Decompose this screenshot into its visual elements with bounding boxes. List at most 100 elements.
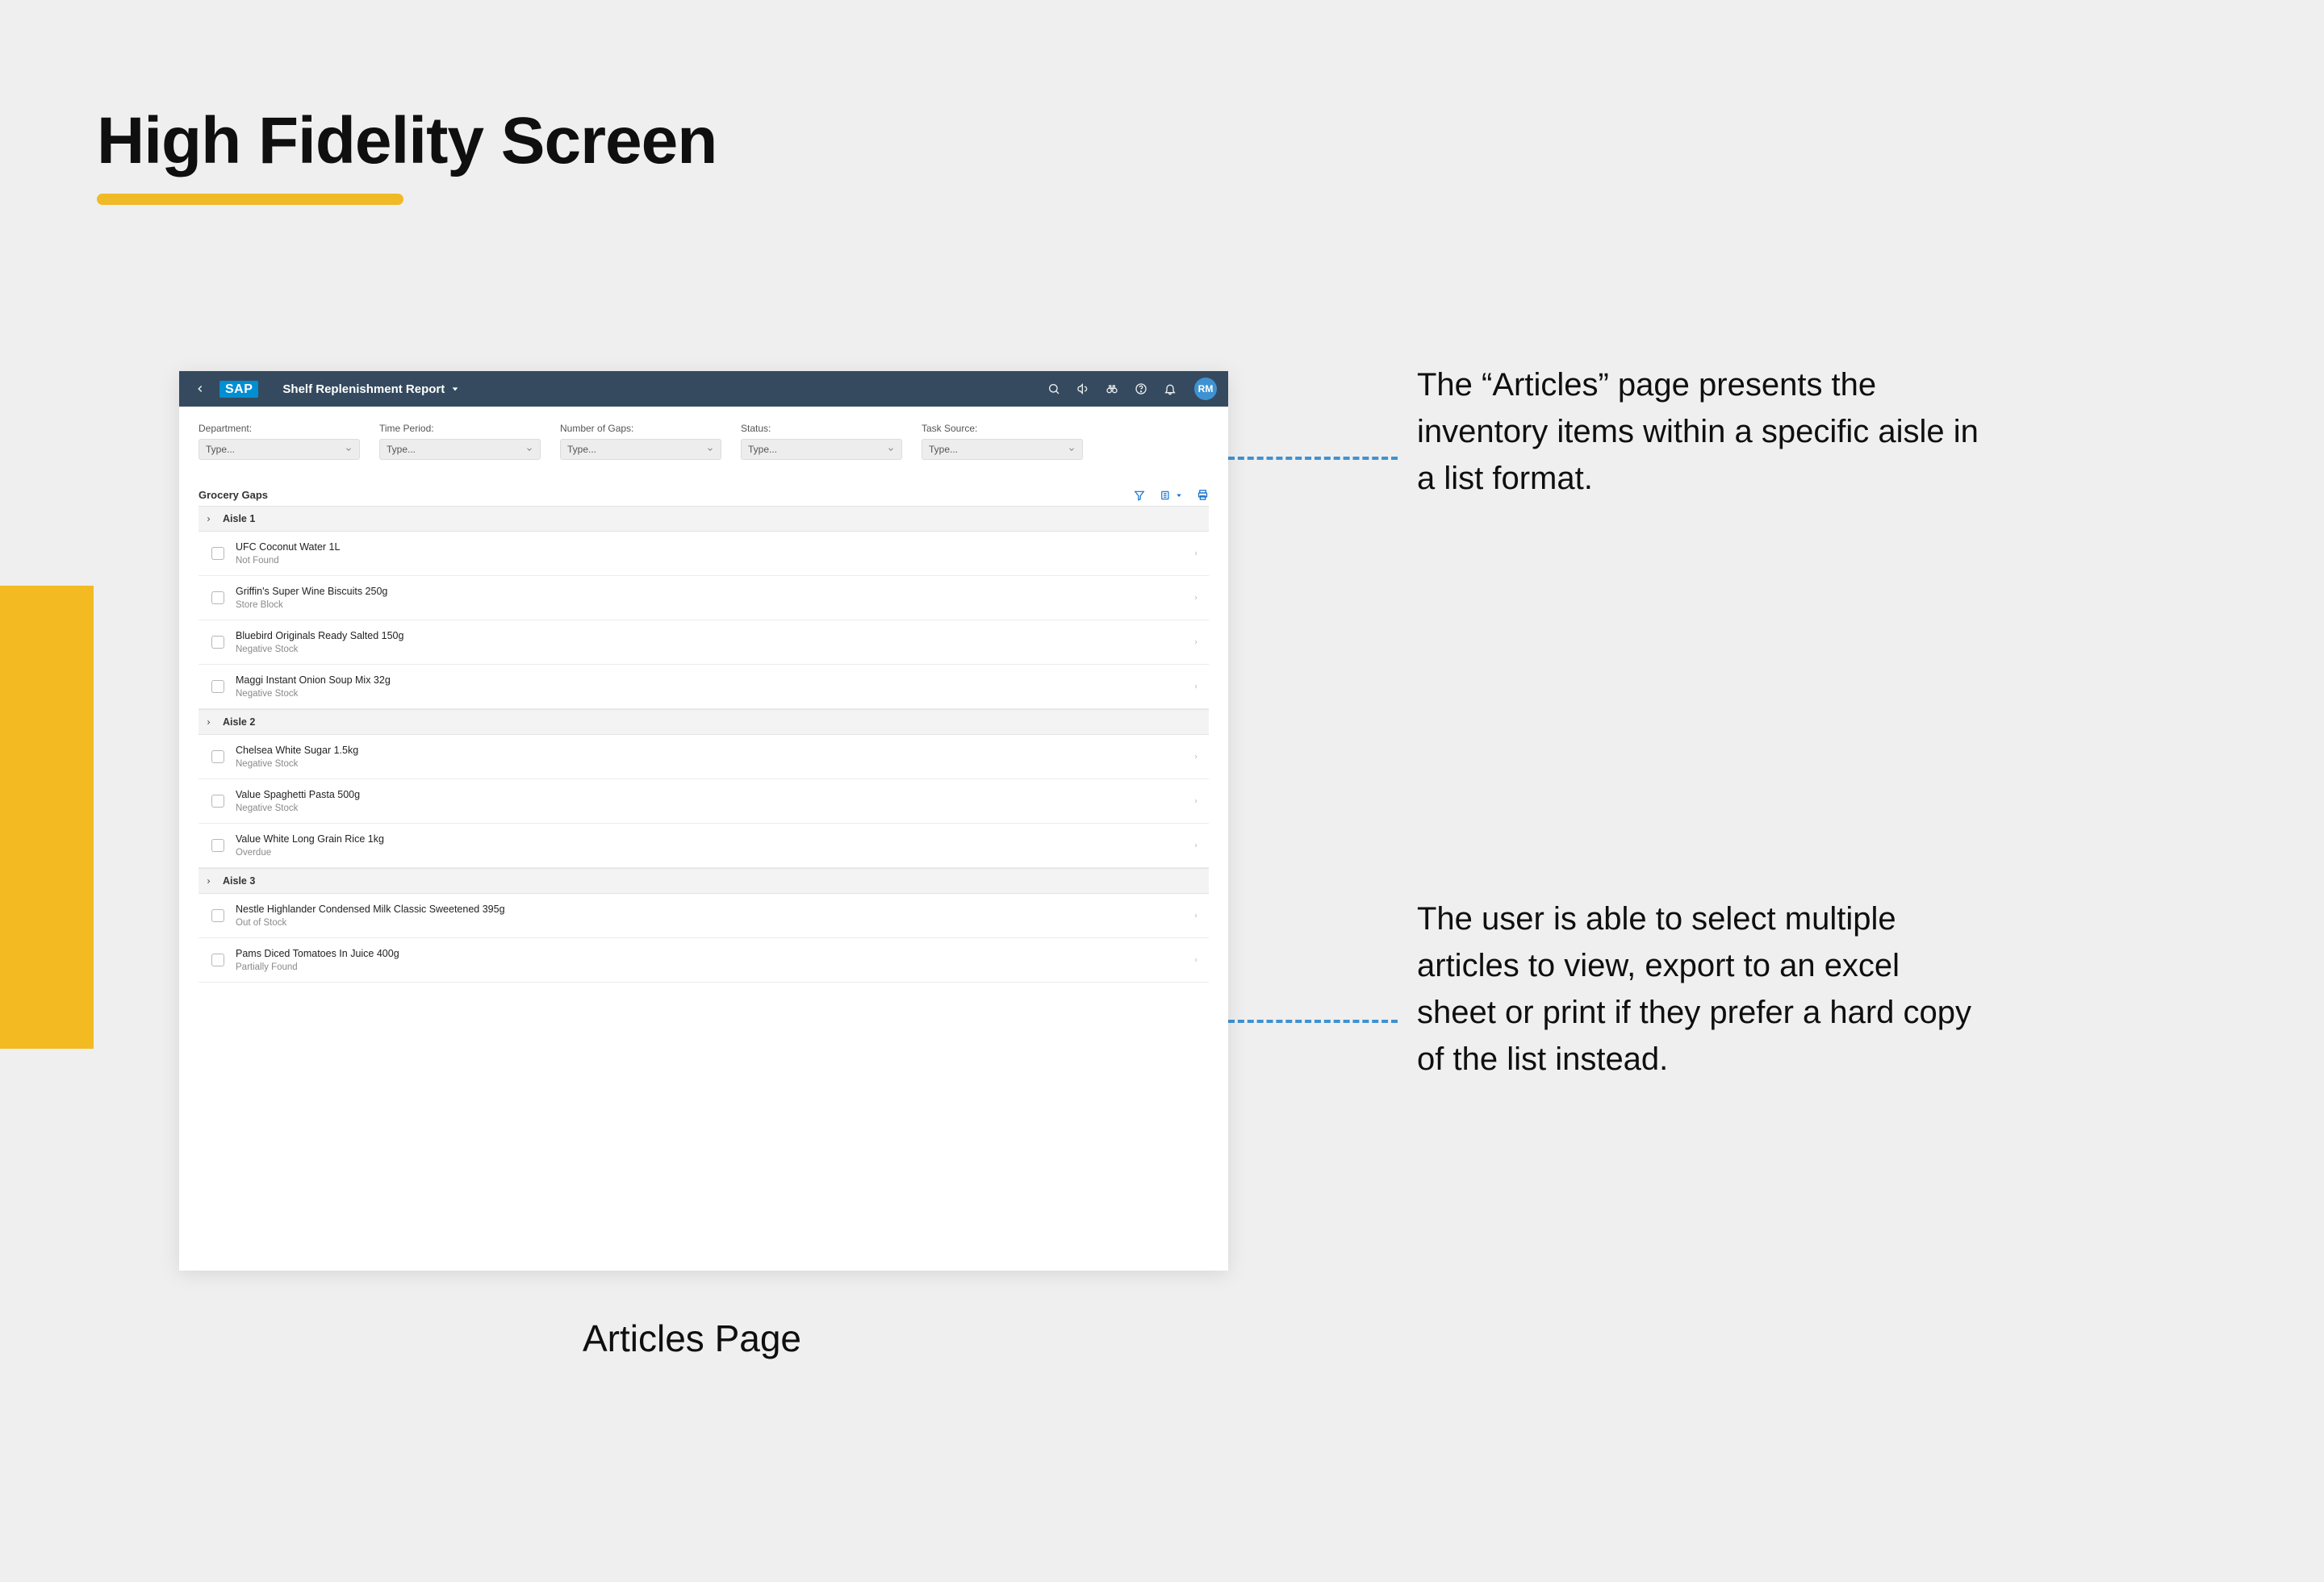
item-title: Maggi Instant Onion Soup Mix 32g	[236, 674, 1181, 686]
item-status: Not Found	[236, 556, 1181, 566]
list-body: Aisle 1 UFC Coconut Water 1LNot Found Grif…	[199, 506, 1209, 983]
chevron-right-icon	[205, 516, 215, 523]
feedback-button[interactable]	[1073, 379, 1093, 399]
item-title: Pams Diced Tomatoes In Juice 400g	[236, 948, 1181, 959]
list-item[interactable]: Chelsea White Sugar 1.5kg Negative Stock	[199, 735, 1209, 779]
item-text: Griffin's Super Wine Biscuits 250g Store …	[236, 586, 1181, 610]
item-text: UFC Coconut Water 1LNot Found	[236, 541, 1181, 566]
print-button[interactable]	[1197, 489, 1209, 501]
chevron-down-icon	[1068, 445, 1076, 453]
export-icon	[1160, 490, 1172, 501]
item-checkbox[interactable]	[211, 909, 224, 922]
chevron-right-icon	[205, 878, 215, 885]
item-status: Store Block	[236, 600, 1181, 610]
decorative-yellow-block	[0, 586, 94, 1049]
chevron-down-icon	[345, 445, 353, 453]
binoculars-button[interactable]	[1102, 379, 1122, 399]
filters-row: Department:Type...Time Period:Type...Num…	[179, 407, 1228, 466]
chevron-down-icon	[1176, 492, 1182, 499]
help-icon	[1135, 382, 1147, 395]
filter-value: Type...	[748, 444, 777, 455]
filter-3: Status: Type...	[741, 423, 902, 460]
item-status: Partially Found	[236, 962, 1181, 972]
item-title: Value White Long Grain Rice 1kg	[236, 833, 1181, 845]
filter-value: Type...	[387, 444, 416, 455]
list-item[interactable]: UFC Coconut Water 1LNot Found	[199, 532, 1209, 576]
list-item[interactable]: Bluebird Originals Ready Salted 150gNega…	[199, 620, 1209, 665]
item-checkbox[interactable]	[211, 547, 224, 560]
chevron-down-icon	[706, 445, 714, 453]
item-checkbox[interactable]	[211, 839, 224, 852]
chevron-right-icon	[1193, 594, 1202, 602]
group-header[interactable]: Aisle 3	[199, 868, 1209, 894]
chevron-down-icon	[887, 445, 895, 453]
filter-2: Number of Gaps:Type...	[560, 423, 721, 460]
filter-label: Department:	[199, 423, 360, 434]
item-title: Bluebird Originals Ready Salted 150g	[236, 630, 1181, 641]
chevron-right-icon	[1193, 753, 1202, 761]
app-title-dropdown[interactable]: Shelf Replenishment Report	[282, 382, 459, 396]
item-title: Griffin's Super Wine Biscuits 250g	[236, 586, 1181, 597]
filter-icon	[1134, 490, 1145, 501]
list-item[interactable]: Griffin's Super Wine Biscuits 250g Store …	[199, 576, 1209, 620]
back-button[interactable]	[190, 379, 210, 399]
filter-button[interactable]	[1134, 490, 1145, 501]
page-heading-block: High Fidelity Screen	[97, 103, 717, 205]
list-header: Grocery Gaps	[199, 484, 1209, 506]
filter-select[interactable]: Type...	[199, 439, 360, 460]
item-checkbox[interactable]	[211, 795, 224, 808]
item-status: Negative Stock	[236, 759, 1181, 769]
screen-caption: Articles Page	[583, 1317, 801, 1360]
chevron-right-icon	[1193, 638, 1202, 646]
export-button[interactable]	[1160, 490, 1182, 501]
item-text: Nestle Highlander Condensed Milk Classic…	[236, 904, 1181, 928]
search-button[interactable]	[1044, 379, 1064, 399]
item-status: Negative Stock	[236, 689, 1181, 699]
connector-line-top	[1228, 457, 1398, 460]
item-text: Value Spaghetti Pasta 500gNegative Stock	[236, 789, 1181, 813]
app-topbar: SAP Shelf Replenishment Report RM	[179, 371, 1228, 407]
item-title: Value Spaghetti Pasta 500g	[236, 789, 1181, 800]
filter-value: Type...	[567, 444, 596, 455]
help-button[interactable]	[1131, 379, 1151, 399]
group-name: Aisle 3	[223, 875, 255, 887]
item-checkbox[interactable]	[211, 750, 224, 763]
annotation-articles-description: The “Articles” page presents the invento…	[1417, 361, 1982, 502]
chevron-down-icon	[525, 445, 533, 453]
filter-select[interactable]: Type...	[922, 439, 1083, 460]
list-area: Grocery Gaps Aisle 1 UFC Coconut Water 1L…	[179, 466, 1228, 983]
list-item[interactable]: Maggi Instant Onion Soup Mix 32g Negative…	[199, 665, 1209, 709]
item-status: Out of Stock	[236, 918, 1181, 928]
item-checkbox[interactable]	[211, 636, 224, 649]
item-title: Chelsea White Sugar 1.5kg	[236, 745, 1181, 756]
list-item[interactable]: Nestle Highlander Condensed Milk Classic…	[199, 894, 1209, 938]
chevron-right-icon	[205, 719, 215, 726]
filter-value: Type...	[929, 444, 958, 455]
chevron-down-icon	[451, 385, 459, 393]
list-item[interactable]: Value Spaghetti Pasta 500gNegative Stock	[199, 779, 1209, 824]
notifications-button[interactable]	[1160, 379, 1180, 399]
item-checkbox[interactable]	[211, 954, 224, 966]
item-checkbox[interactable]	[211, 591, 224, 604]
filter-1: Time Period:Type...	[379, 423, 541, 460]
item-text: Bluebird Originals Ready Salted 150gNega…	[236, 630, 1181, 654]
group-name: Aisle 2	[223, 716, 255, 728]
sap-logo: SAP	[219, 381, 258, 398]
chevron-right-icon	[1193, 912, 1202, 920]
section-title: Grocery Gaps	[199, 489, 268, 501]
filter-select[interactable]: Type...	[379, 439, 541, 460]
group-header[interactable]: Aisle 1	[199, 506, 1209, 532]
avatar[interactable]: RM	[1194, 378, 1217, 400]
group-header[interactable]: Aisle 2	[199, 709, 1209, 735]
list-actions	[1134, 489, 1209, 501]
list-item[interactable]: Pams Diced Tomatoes In Juice 400g Partial…	[199, 938, 1209, 983]
filter-select[interactable]: Type...	[560, 439, 721, 460]
list-item[interactable]: Value White Long Grain Rice 1kgOverdue	[199, 824, 1209, 868]
filter-label: Status:	[741, 423, 902, 434]
connector-line-bottom	[1228, 1020, 1398, 1023]
group-name: Aisle 1	[223, 513, 255, 524]
item-checkbox[interactable]	[211, 680, 224, 693]
filter-select[interactable]: Type...	[741, 439, 902, 460]
item-text: Pams Diced Tomatoes In Juice 400g Partial…	[236, 948, 1181, 972]
filter-4: Task Source:Type...	[922, 423, 1083, 460]
